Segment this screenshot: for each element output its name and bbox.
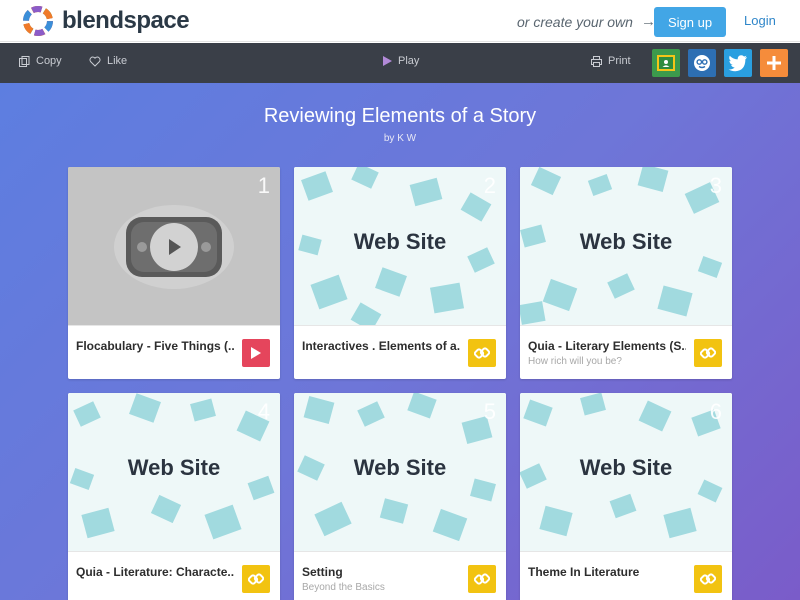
- copy-button[interactable]: Copy: [19, 55, 62, 67]
- print-label: Print: [608, 55, 631, 67]
- lesson-card[interactable]: Web Site 5 Setting Beyond the Basics: [294, 393, 506, 600]
- blendspace-logo[interactable]: blendspace: [22, 4, 190, 38]
- link-icon: [474, 347, 490, 359]
- login-link[interactable]: Login: [744, 13, 776, 28]
- like-label: Like: [107, 55, 128, 67]
- copy-icon: [19, 55, 30, 67]
- card-number: 4: [257, 399, 270, 424]
- card-footer: Theme In Literature: [520, 551, 732, 600]
- logo-text: blendspace: [62, 7, 190, 34]
- card-number: 3: [709, 173, 722, 198]
- copy-label: Copy: [36, 55, 62, 67]
- google-classroom-icon: [657, 55, 675, 71]
- card-number: 6: [709, 399, 722, 424]
- remind-share-button[interactable]: [688, 49, 716, 77]
- twitter-share-button[interactable]: [724, 49, 752, 77]
- google-classroom-share-button[interactable]: [652, 49, 680, 77]
- card-title[interactable]: Interactives . Elements of a...: [302, 339, 460, 353]
- card-title[interactable]: Flocabulary - Five Things (...: [76, 339, 234, 353]
- card-title[interactable]: Setting: [302, 565, 460, 579]
- card-title[interactable]: Quia - Literature: Characte...: [76, 565, 234, 579]
- link-type-button[interactable]: [468, 565, 496, 593]
- website-label: Web Site: [579, 229, 673, 254]
- card-footer: Flocabulary - Five Things (...: [68, 325, 280, 379]
- website-thumbnail[interactable]: Web Site 4: [68, 393, 280, 551]
- create-your-own-link[interactable]: or create your own →: [517, 13, 656, 30]
- plus-icon: [767, 56, 781, 70]
- video-thumbnail[interactable]: 1: [68, 167, 280, 325]
- like-button[interactable]: Like: [89, 55, 127, 67]
- lesson-card[interactable]: Web Site 2 Interactives . Elements of a.…: [294, 167, 506, 379]
- card-title[interactable]: Theme In Literature: [528, 565, 686, 579]
- link-icon: [248, 573, 264, 585]
- link-type-button[interactable]: [468, 339, 496, 367]
- link-icon: [700, 573, 716, 585]
- website-label: Web Site: [353, 455, 447, 480]
- card-number: 1: [257, 173, 270, 198]
- top-header: blendspace or create your own → Sign up …: [0, 0, 800, 42]
- print-button[interactable]: Print: [591, 55, 631, 67]
- website-thumbnail[interactable]: Web Site 5: [294, 393, 506, 551]
- lesson-area: Reviewing Elements of a Story by K W 1 F…: [0, 83, 800, 600]
- add-share-button[interactable]: [760, 49, 788, 77]
- play-icon: [383, 56, 392, 66]
- website-thumbnail[interactable]: Web Site 6: [520, 393, 732, 551]
- youtube-video-icon: [68, 167, 280, 325]
- lesson-toolbar: Copy Like Play Print: [0, 43, 800, 83]
- card-footer: Quia - Literary Elements (S... How rich …: [520, 325, 732, 379]
- link-type-button[interactable]: [694, 339, 722, 367]
- play-button[interactable]: Play: [383, 55, 419, 67]
- card-footer: Interactives . Elements of a...: [294, 325, 506, 379]
- sign-up-button[interactable]: Sign up: [654, 7, 726, 37]
- lesson-card[interactable]: Web Site 3 Quia - Literary Elements (S..…: [520, 167, 732, 379]
- lesson-card[interactable]: Web Site 4 Quia - Literature: Characte..…: [68, 393, 280, 600]
- printer-icon: [591, 55, 602, 67]
- lesson-card[interactable]: Web Site 6 Theme In Literature: [520, 393, 732, 600]
- card-footer: Quia - Literature: Characte...: [68, 551, 280, 600]
- link-icon: [474, 573, 490, 585]
- website-label: Web Site: [353, 229, 447, 254]
- heart-icon: [89, 56, 101, 67]
- card-subtitle: Beyond the Basics: [302, 582, 385, 593]
- lesson-card[interactable]: 1 Flocabulary - Five Things (...: [68, 167, 280, 379]
- play-icon: [251, 347, 261, 359]
- play-label: Play: [398, 55, 420, 67]
- card-number: 2: [483, 173, 496, 198]
- website-thumbnail[interactable]: Web Site 2: [294, 167, 506, 325]
- link-type-button[interactable]: [694, 565, 722, 593]
- logo-ring-icon: [23, 6, 53, 36]
- card-subtitle: How rich will you be?: [528, 356, 622, 367]
- twitter-icon: [728, 54, 747, 71]
- website-thumbnail[interactable]: Web Site 3: [520, 167, 732, 325]
- lesson-title: Reviewing Elements of a Story: [263, 105, 537, 127]
- link-icon: [700, 347, 716, 359]
- website-label: Web Site: [579, 455, 673, 480]
- link-type-button[interactable]: [242, 565, 270, 593]
- video-type-button[interactable]: [242, 339, 270, 367]
- card-footer: Setting Beyond the Basics: [294, 551, 506, 600]
- card-number: 5: [483, 399, 496, 424]
- remind-icon: [694, 55, 710, 71]
- create-own-label: or create your own: [517, 13, 633, 30]
- website-label: Web Site: [127, 455, 221, 480]
- card-title[interactable]: Quia - Literary Elements (S...: [528, 339, 686, 353]
- lesson-author: by K W: [383, 133, 417, 144]
